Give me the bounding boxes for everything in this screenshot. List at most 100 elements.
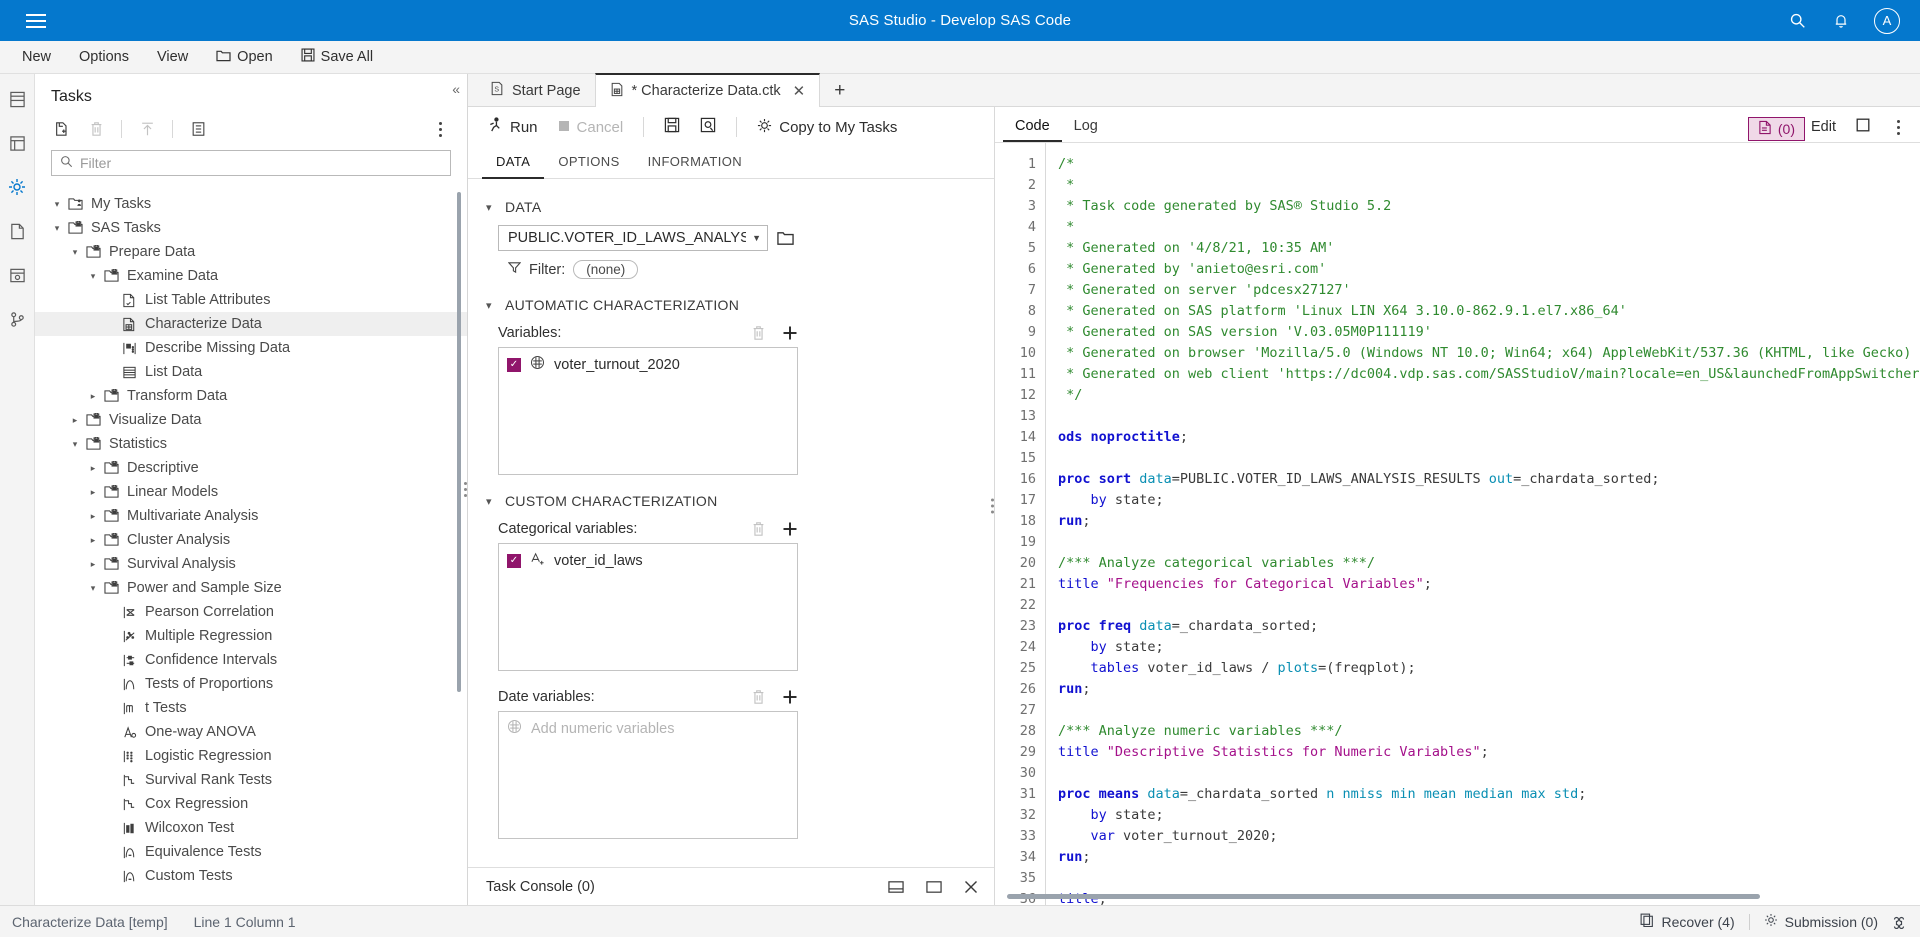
save-button[interactable] [656,113,688,141]
tree-item-characterize-data[interactable]: Characterize Data [35,312,467,336]
menu-new[interactable]: New [10,45,63,69]
save-as-button[interactable] [692,113,724,141]
new-task-icon[interactable] [48,116,76,142]
data-filter-value[interactable]: (none) [573,260,639,279]
chevron-right-icon[interactable]: ▸ [85,487,101,498]
collapse-panel-icon[interactable]: « [452,81,460,97]
more-options-icon[interactable] [1890,119,1906,135]
submission-button[interactable]: Submission (0) [1764,913,1878,930]
tree-item-list-table-attributes[interactable]: List Table Attributes [35,288,467,312]
automatic-variables-listbox[interactable]: ✓ voter_turnout_2020 [498,347,798,475]
hamburger-icon[interactable] [14,13,58,28]
tab-data[interactable]: DATA [482,147,545,179]
bell-icon[interactable] [1830,10,1852,32]
tree-item-tests-of-proportions[interactable]: Tests of Proportions [35,672,467,696]
tree-item-one-way-anova[interactable]: One-way ANOVA [35,720,467,744]
tree-item-linear-models[interactable]: ▸ Linear Models [35,480,467,504]
tree-item-transform-data[interactable]: ▸ Transform Data [35,384,467,408]
tree-item-t-tests[interactable]: t Tests [35,696,467,720]
code-editor[interactable]: 1 2 3 4 5 6 7 8 9 10 11 12 13 14 15 16 17 18 19 20 21 22 23 24 2… [995,143,1920,905]
chevron-right-icon[interactable]: ▸ [85,511,101,522]
tasks-icon[interactable] [6,176,28,198]
tree-item-confidence-intervals[interactable]: Confidence Intervals [35,648,467,672]
tab-start-page[interactable]: S Start Page [476,73,595,106]
tree-item-wilcoxon-test[interactable]: Wilcoxon Test [35,816,467,840]
tab-log[interactable]: Log [1062,118,1110,142]
add-icon[interactable] [782,325,798,341]
chevron-down-icon[interactable]: ▾ [85,583,101,594]
tree-item-cluster-analysis[interactable]: ▸ Cluster Analysis [35,528,467,552]
tree-item-multiple-regression[interactable]: Multiple Regression [35,624,467,648]
tree-item-examine-data[interactable]: ▾ Examine Data [35,264,467,288]
tasks-tree[interactable]: ▾ My Tasks ▾ SAS Tasks ▾ Prepare Data ▾ Examine… [35,184,467,905]
section-automatic-characterization[interactable]: ▾ AUTOMATIC CHARACTERIZATION [468,291,994,319]
code-horizontal-scrollbar[interactable] [1007,894,1760,899]
tree-item-descriptive[interactable]: ▸ Descriptive [35,456,467,480]
tree-item-sas-tasks[interactable]: ▾ SAS Tasks [35,216,467,240]
chevron-down-icon[interactable]: ▾ [67,439,83,450]
browse-folder-icon[interactable] [777,231,794,246]
status-badge[interactable]: (0) [1747,117,1805,141]
tree-item-custom-tests[interactable]: Custom Tests [35,864,467,888]
run-button[interactable]: Run [480,113,546,141]
copy-to-my-tasks-button[interactable]: Copy to My Tasks [749,114,905,141]
date-variables-listbox[interactable]: Add numeric variables [498,711,798,839]
search-icon[interactable] [1786,10,1808,32]
tree-item-prepare-data[interactable]: ▾ Prepare Data [35,240,467,264]
tree-item-survival-rank-tests[interactable]: Survival Rank Tests [35,768,467,792]
snippets-icon[interactable] [6,220,28,242]
list-item[interactable]: ✓ voter_id_laws [507,551,789,570]
tree-item-statistics[interactable]: ▾ Statistics [35,432,467,456]
chevron-down-icon[interactable]: ▾ [49,199,65,210]
maximize-code-button[interactable] [1856,118,1870,136]
tab-information[interactable]: INFORMATION [634,147,756,179]
chevron-right-icon[interactable]: ▸ [85,391,101,402]
chevron-right-icon[interactable]: ▸ [85,463,101,474]
checkbox-checked[interactable]: ✓ [507,357,521,372]
tasks-filter-input[interactable] [80,155,442,171]
tree-item-multivariate-analysis[interactable]: ▸ Multivariate Analysis [35,504,467,528]
add-icon[interactable] [782,689,798,705]
chevron-right-icon[interactable]: ▸ [85,535,101,546]
section-data[interactable]: ▾ DATA [468,193,994,221]
chevron-right-icon[interactable]: ▸ [85,559,101,570]
close-icon[interactable]: ✕ [793,82,806,100]
avatar[interactable]: A [1874,7,1900,34]
tab-options[interactable]: OPTIONS [544,147,633,179]
tab-characterize-data[interactable]: * Characterize Data.ctk ✕ [594,73,821,107]
tree-item-equivalence-tests[interactable]: Equivalence Tests [35,840,467,864]
tree-item-power-and-sample-size[interactable]: ▾ Power and Sample Size [35,576,467,600]
tasks-tree-scrollbar[interactable] [457,192,461,692]
chevron-down-icon[interactable]: ▾ [49,223,65,234]
tree-item-describe-missing-data[interactable]: Describe Missing Data [35,336,467,360]
menu-options[interactable]: Options [67,45,141,69]
menu-view[interactable]: View [145,45,200,69]
git-icon[interactable] [6,308,28,330]
section-custom-characterization[interactable]: ▾ CUSTOM CHARACTERIZATION [468,487,994,515]
tree-item-my-tasks[interactable]: ▾ My Tasks [35,192,467,216]
minimize-icon[interactable] [888,880,904,894]
tree-item-list-data[interactable]: List Data [35,360,467,384]
tree-item-cox-regression[interactable]: Cox Regression [35,792,467,816]
resize-grip-icon[interactable] [1892,915,1906,929]
menu-save-all[interactable]: Save All [289,44,385,70]
data-table-select[interactable]: PUBLIC.VOTER_ID_LAWS_ANALYSI... ▼ [498,225,768,251]
categorical-variables-listbox[interactable]: ✓ voter_id_laws [498,543,798,671]
more-options-icon[interactable] [429,117,451,141]
tree-item-visualize-data[interactable]: ▸ Visualize Data [35,408,467,432]
tree-item-logistic-regression[interactable]: Logistic Regression [35,744,467,768]
chevron-down-icon[interactable]: ▾ [85,271,101,282]
tab-code[interactable]: Code [1003,118,1062,142]
file-shortcuts-icon[interactable] [6,264,28,286]
maximize-icon[interactable] [926,880,942,894]
library-icon[interactable] [6,132,28,154]
tree-item-survival-analysis[interactable]: ▸ Survival Analysis [35,552,467,576]
properties-icon[interactable] [184,116,212,142]
close-icon[interactable] [964,880,978,894]
recover-button[interactable]: Recover (4) [1640,913,1735,930]
server-files-icon[interactable] [6,88,28,110]
chevron-down-icon[interactable]: ▾ [67,247,83,258]
checkbox-checked[interactable]: ✓ [507,553,521,568]
tasks-filter-box[interactable] [51,150,451,176]
new-tab-button[interactable]: + [820,76,859,106]
